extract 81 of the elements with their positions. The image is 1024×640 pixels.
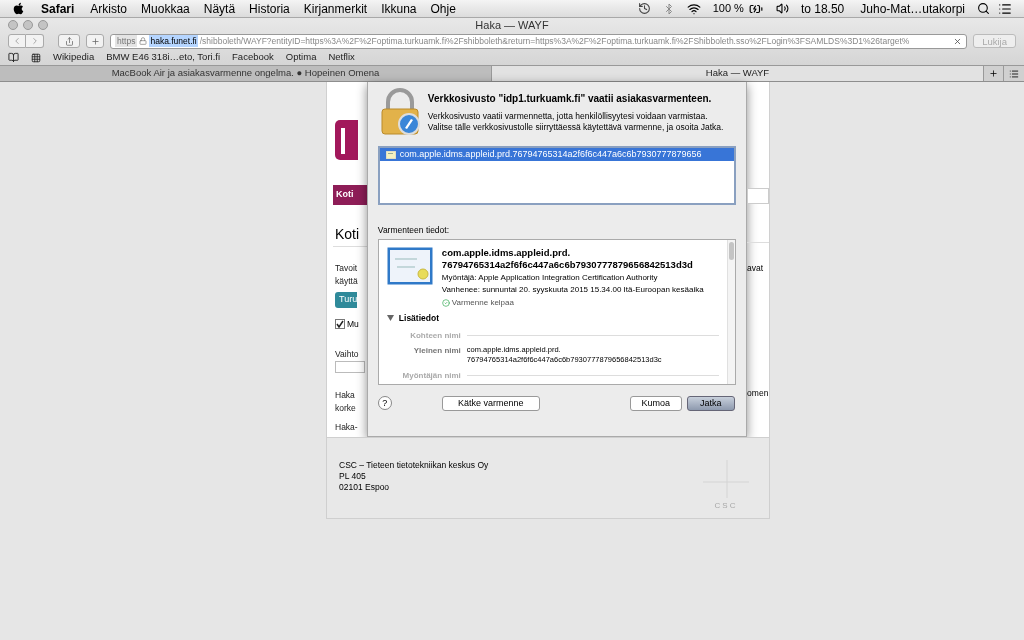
scheme-label: https [115, 34, 138, 48]
volume-icon[interactable] [775, 2, 789, 15]
battery-percent: 100 % [712, 1, 744, 17]
url-path: /shibboleth/WAYF?entityID=https%3A%2F%2Foptima.turkuamk.fi%2Fshibboleth&return=https%3A%2F%2Foptima.turkuamk.fi%2FShibboleth.sso%2FLogin%3FSAMLDS%3D1%26target% [199, 35, 910, 47]
clock[interactable]: to 18.50 [800, 0, 845, 18]
new-tab-button[interactable] [984, 66, 1004, 81]
input-field[interactable] [335, 361, 365, 374]
valid-check-icon [441, 298, 450, 307]
footer-line: CSC – Tieteen tietotekniikan keskus Oy [339, 460, 489, 471]
menu-item[interactable]: Historia [249, 0, 290, 18]
window-title: Haka — WAYF [475, 17, 549, 33]
disclosure-triangle-icon[interactable] [386, 315, 394, 322]
grid-icon[interactable] [31, 52, 41, 63]
help-button[interactable]: ? [377, 396, 392, 411]
add-button[interactable] [86, 34, 104, 48]
page-text: Tavoit [335, 262, 358, 274]
clear-icon[interactable] [953, 36, 963, 46]
browser-tab[interactable]: Haka — WAYF [492, 66, 984, 81]
back-icon [12, 36, 22, 46]
certificate-row[interactable]: com.apple.idms.appleid.prd.76794765314a2f6f6c447a6c6b7930777879656 [379, 148, 735, 161]
user-name[interactable]: Juho-Mat…utakorpi [860, 0, 965, 18]
page-text: avat [747, 262, 765, 275]
section-header: Myöntäjän nimi [401, 369, 462, 382]
bookmark-link[interactable]: Netflix [328, 50, 355, 65]
menu-item[interactable]: Muokkaa [141, 0, 190, 18]
page-text: Haka- [335, 421, 358, 434]
dialog-title: Verkkosivusto "idp1.turkuamk.fi" vaatii asiakasvarmenteen. [427, 92, 713, 106]
page-text: korke [335, 402, 356, 415]
org-button[interactable]: Turu [335, 292, 358, 308]
list-icon [1009, 68, 1019, 79]
bookmark-link[interactable]: Wikipedia [53, 50, 95, 65]
menu-item[interactable]: Ikkuna [381, 0, 417, 18]
bookmark-link[interactable]: BMW E46 318i…eto, Tori.fi [106, 50, 221, 65]
menu-item[interactable]: Ohje [430, 0, 456, 18]
menu-item[interactable]: Näytä [203, 0, 236, 18]
dialog-button[interactable]: Kumoa [629, 395, 682, 411]
footer-line: 02101 Espoo [339, 482, 391, 493]
issuer-text: Myöntäjä: Apple Application Integration Certification Authority [441, 271, 659, 284]
dialog-button[interactable]: Jatka [686, 395, 735, 411]
share-button[interactable] [58, 34, 80, 48]
certificate-name: com.apple.idms.appleid.prd. 76794765314a2f6f6c447a6c6b7930777879656842513d3d [441, 246, 694, 271]
certificate-icon [386, 246, 433, 285]
bookmark-link[interactable]: Facebook [232, 50, 274, 65]
page-text: käyttä [335, 275, 358, 287]
checkbox[interactable] [335, 318, 345, 329]
checkmark-icon [336, 319, 344, 328]
menu-item[interactable]: Arkisto [90, 0, 128, 18]
dialog-button[interactable]: Kätke varmenne [441, 395, 540, 411]
apple-icon[interactable] [12, 2, 25, 15]
nav-tab[interactable]: Koti [333, 185, 367, 205]
plus-icon [90, 36, 100, 46]
menu-item[interactable]: Kirjanmerkit [303, 0, 368, 18]
history-icon[interactable] [637, 2, 651, 15]
expiry-text: Vanhenee: sunnuntai 20. syyskuuta 2015 15.34.00 Itä-Euroopan kesäaika [441, 283, 704, 295]
field-label: Yleinen nimi [412, 344, 462, 357]
footer-line: PL 405 [339, 471, 367, 482]
valid-status: Varmenne kelpaa [451, 296, 514, 309]
page-text: omen [747, 386, 769, 400]
lock-icon [139, 37, 148, 45]
more-info-label[interactable]: Lisätiedot [398, 311, 439, 325]
certificate-small-icon [385, 150, 396, 159]
book-icon[interactable] [8, 52, 19, 63]
page-text: Vaihto [335, 348, 359, 361]
browser-tab[interactable]: MacBook Air ja asiakasvarmenne ongelma. ● Hopeinen Omena [0, 66, 492, 81]
details-label: Varmenteen tiedot: [377, 224, 451, 237]
scrollbar[interactable] [727, 239, 736, 384]
list-icon[interactable] [998, 1, 1012, 16]
url-host: haka.funet.fi [149, 35, 198, 47]
page-heading: Koti [335, 225, 361, 243]
bookmark-link[interactable]: Optima [285, 50, 317, 65]
plus-icon [989, 69, 998, 78]
page-text: Haka [335, 389, 355, 402]
address-field[interactable]: https haka.funet.fi /shibboleth/WAYF?entityID=https%3A%2F%2Foptima.turkuamk.fi%2Fshibboleth&return=https%3A%2F%2Foptima.turkuamk.fi%2FShibboleth.sso%2FLogin%3FSAMLDS%3D1%26target% [110, 33, 968, 49]
menu-app[interactable]: Safari [41, 0, 75, 18]
dialog-message: Verkkosivusto vaatii varmennetta, jotta henkilöllisyytesi voidaan varmistaa. Valitse tälle verkkosivustolle siirryttäessä käytettävä varmenne, ja osoita Jatka. [427, 111, 725, 133]
search-icon[interactable] [977, 2, 990, 15]
wifi-icon[interactable] [686, 1, 701, 16]
section-header: Kohteen nimi [409, 329, 462, 342]
input-field[interactable] [747, 188, 769, 204]
checkbox-label: Mu [347, 317, 359, 331]
share-icon [64, 36, 74, 46]
